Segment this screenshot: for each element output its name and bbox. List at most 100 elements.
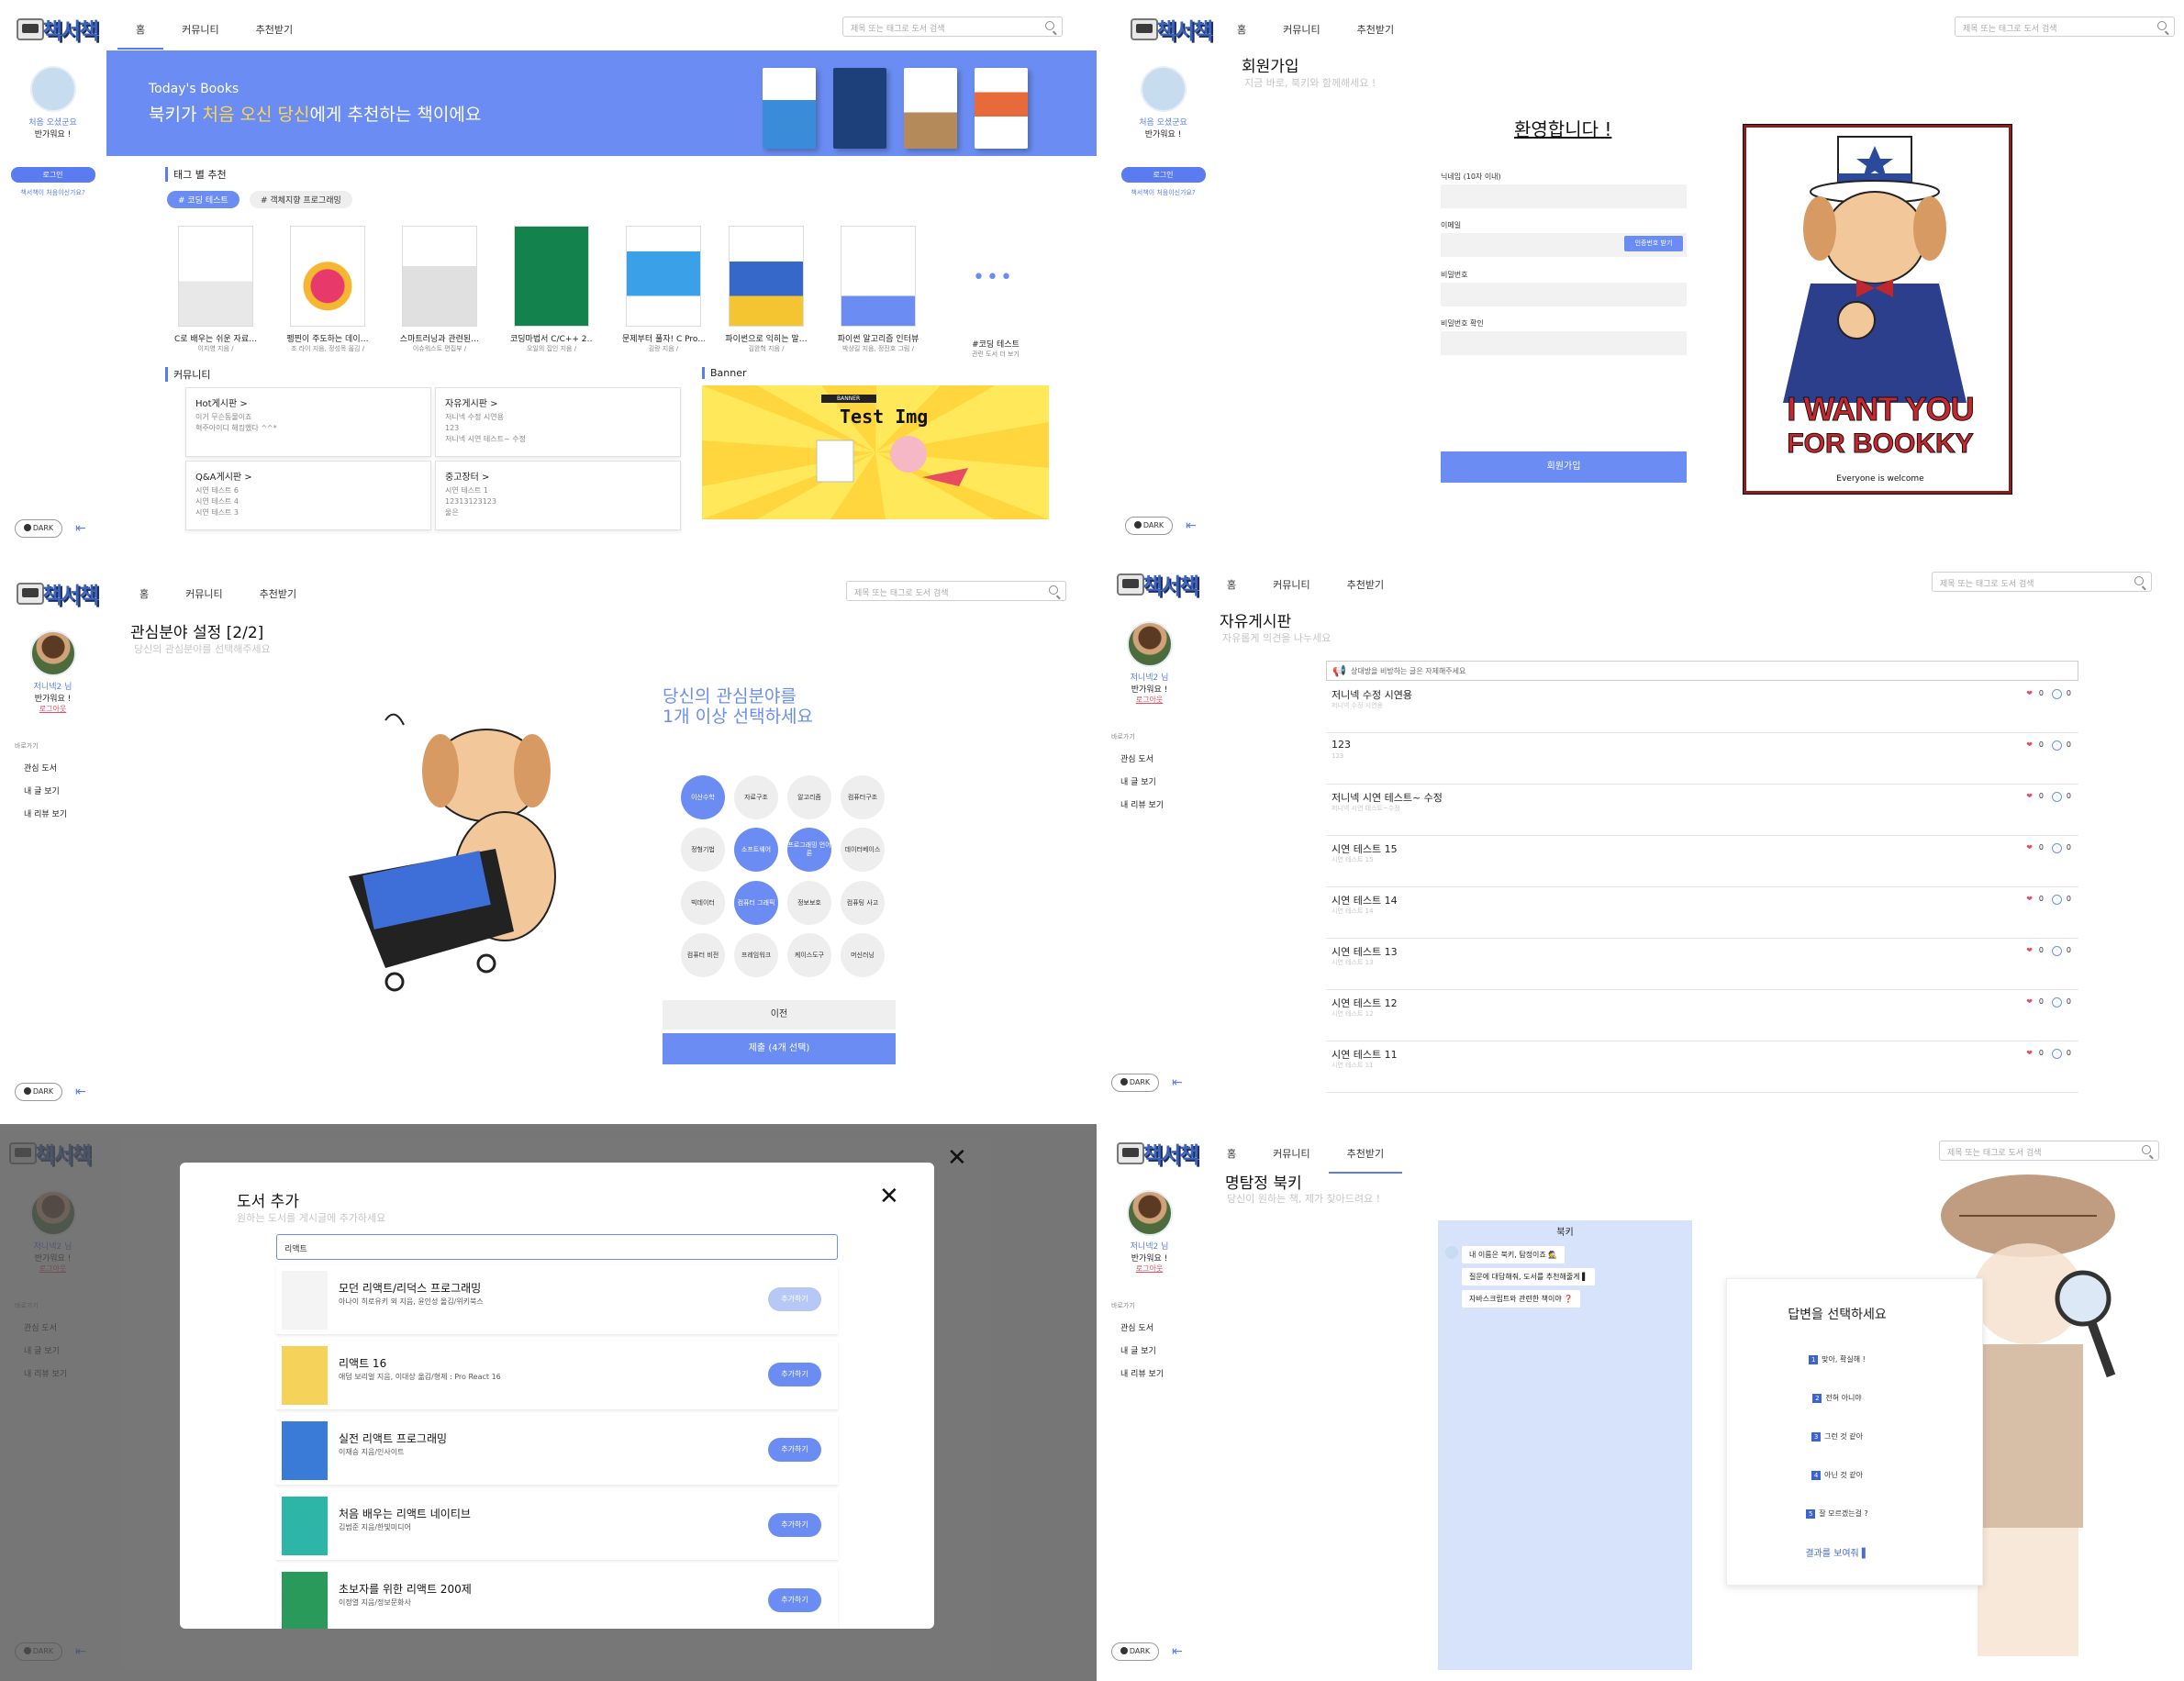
post-title[interactable]: 시연 테스트 13: [1332, 944, 1398, 959]
show-result-link[interactable]: 결과를 보여줘 ▌: [1727, 1545, 1947, 1559]
interest-option[interactable]: 프로그래밍 언어론: [787, 828, 831, 872]
banner-image[interactable]: BANNER Test Img: [702, 385, 1049, 519]
app-logo[interactable]: 책서책: [17, 11, 101, 44]
menu-my-posts[interactable]: 내 글 보기: [0, 785, 106, 796]
tag-chip-coding-test[interactable]: # 코딩 테스트: [167, 191, 240, 208]
nav-home[interactable]: 홈: [117, 18, 164, 50]
interest-option[interactable]: 케이스도구: [787, 933, 831, 977]
interest-option[interactable]: 소프트웨어: [734, 828, 778, 872]
hero-book-3[interactable]: [904, 68, 957, 149]
interest-option[interactable]: 정보보호: [787, 881, 831, 925]
board-card-free[interactable]: 자유게시판 > 저니넥 수정 시연용 123 저니넥 시연 테스트~ 수정: [435, 387, 681, 457]
previous-button[interactable]: 이전: [663, 1000, 896, 1030]
book-card[interactable]: 코딩마법서 C/C++ 2… 오일의 집인 지음 /: [510, 226, 593, 353]
collapse-sidebar-icon[interactable]: ⇤: [1186, 518, 1197, 533]
add-book-button[interactable]: 추가하기: [768, 1363, 821, 1386]
app-logo[interactable]: 책서책: [1117, 1135, 1201, 1168]
nav-home[interactable]: 홈: [121, 583, 167, 612]
logout-link[interactable]: 로그아웃: [1097, 1264, 1202, 1274]
answer-option[interactable]: 3 그런 것 같아: [1727, 1431, 1947, 1442]
book-card[interactable]: 문제부터 풀자! C Pro… 김랑 지음 /: [622, 226, 705, 353]
collapse-sidebar-icon[interactable]: ⇤: [1172, 1644, 1183, 1659]
board-card-market[interactable]: 중고장터 > 시연 테스트 1 12313123123 울은: [435, 461, 681, 530]
post-row[interactable]: 저니넥 시연 테스트~ 수정 저니넥 시연 테스트~수정 ❤ 0 0: [1326, 785, 2078, 836]
tag-chip-oop[interactable]: # 객체지향 프로그래밍: [250, 191, 352, 208]
hero-book-1[interactable]: [763, 68, 816, 149]
interest-option[interactable]: 컴퓨터구조: [841, 775, 885, 819]
menu-interest-books[interactable]: 관심 도서: [1097, 1321, 1202, 1333]
answer-option[interactable]: 1 맞아, 확실해 !: [1727, 1354, 1947, 1364]
book-search-input[interactable]: 리액트: [276, 1234, 838, 1260]
app-logo[interactable]: 책서책: [1131, 11, 1215, 44]
search-input[interactable]: 제목 또는 태그로 도서 검색: [1939, 1141, 2159, 1161]
post-row[interactable]: 저니넥 수정 시연용 저니넥 수정 시연용 ❤ 0 0: [1326, 682, 2078, 733]
answer-option[interactable]: 4 아닌 것 같아: [1727, 1470, 1947, 1480]
add-book-button[interactable]: 추가하기: [768, 1513, 821, 1537]
menu-my-reviews[interactable]: 내 리뷰 보기: [1097, 798, 1202, 810]
collapse-sidebar-icon[interactable]: ⇤: [75, 1085, 86, 1099]
collapse-sidebar-icon[interactable]: ⇤: [1172, 1075, 1183, 1090]
search-input[interactable]: 제목 또는 태그로 도서 검색: [846, 581, 1066, 601]
interest-option[interactable]: 정형기법: [681, 828, 725, 872]
nav-community[interactable]: 커뮤니티: [1265, 18, 1338, 48]
interest-option[interactable]: 이산수학: [681, 775, 725, 819]
post-row[interactable]: 시연 테스트 14 시연 테스트 14 ❤ 0 0: [1326, 887, 2078, 939]
answer-option[interactable]: 5잘 모르겠는걸 ?: [1727, 1508, 1947, 1519]
outer-close-icon[interactable]: ✕: [947, 1144, 967, 1172]
nav-home[interactable]: 홈: [1219, 18, 1265, 48]
more-books-link[interactable]: #코딩 테스트 관련 도서 더 보기: [954, 332, 1037, 359]
dark-mode-toggle[interactable]: DARK: [1111, 1642, 1159, 1661]
add-book-button[interactable]: 추가하기: [768, 1287, 821, 1311]
hero-book-2[interactable]: [833, 68, 886, 149]
post-row[interactable]: 시연 테스트 15 시연 테스트 15 ❤ 0 0: [1326, 836, 2078, 887]
search-input[interactable]: 제목 또는 태그로 도서 검색: [1932, 572, 2152, 592]
hero-book-4[interactable]: [975, 68, 1028, 149]
nav-community[interactable]: 커뮤니티: [1254, 1142, 1328, 1174]
dark-mode-toggle[interactable]: DARK: [1111, 1074, 1159, 1092]
book-card[interactable]: 펭찐이 주도하는 데이… 조 라이 지음, 정성목 옮김 /: [286, 226, 369, 353]
post-title[interactable]: 시연 테스트 15: [1332, 841, 1398, 856]
interest-option[interactable]: 컴퓨팅 사고: [841, 881, 885, 925]
first-visit-link[interactable]: 책서책이 처음이신가요?: [0, 188, 106, 197]
search-icon[interactable]: [2157, 21, 2167, 30]
menu-my-posts[interactable]: 내 글 보기: [1097, 775, 1202, 787]
post-row[interactable]: 시연 테스트 11 시연 테스트 11 ❤ 0 0: [1326, 1041, 2078, 1093]
more-books-icon[interactable]: •••: [973, 266, 1014, 289]
book-card[interactable]: 파이썬으로 익히는 말… 김완혁 지음 /: [725, 226, 808, 353]
search-icon[interactable]: [2142, 1145, 2151, 1154]
post-title[interactable]: 저니넥 시연 테스트~ 수정: [1332, 790, 1443, 805]
search-input[interactable]: 제목 또는 태그로 도서 검색: [842, 17, 1063, 37]
interest-option[interactable]: 컴퓨터 비전: [681, 933, 725, 977]
submit-button[interactable]: 제출 (4개 선택): [663, 1033, 896, 1064]
nav-home[interactable]: 홈: [1209, 1142, 1254, 1174]
nav-community[interactable]: 커뮤니티: [167, 583, 240, 612]
search-icon[interactable]: [2134, 576, 2144, 585]
interest-option[interactable]: 머신러닝: [841, 933, 885, 977]
password-confirm-field[interactable]: [1441, 331, 1687, 355]
nav-community[interactable]: 커뮤니티: [163, 18, 237, 50]
add-book-button[interactable]: 추가하기: [768, 1588, 821, 1612]
dark-mode-toggle[interactable]: DARK: [15, 1083, 62, 1101]
post-row[interactable]: 123 123 ❤ 0 0: [1326, 733, 2078, 785]
nav-community[interactable]: 커뮤니티: [1254, 573, 1328, 603]
nav-home[interactable]: 홈: [1209, 573, 1254, 603]
search-icon[interactable]: [1049, 585, 1058, 595]
answer-option[interactable]: 2 전혀 아니야: [1727, 1393, 1947, 1403]
nav-recommend[interactable]: 추천받기: [1329, 573, 1402, 603]
dark-mode-toggle[interactable]: DARK: [1125, 517, 1173, 535]
interest-option[interactable]: 컴퓨터 그래픽: [734, 881, 778, 925]
menu-my-reviews[interactable]: 내 리뷰 보기: [0, 807, 106, 819]
nav-recommend[interactable]: 추천받기: [238, 18, 311, 50]
search-input[interactable]: 제목 또는 태그로 도서 검색: [1955, 17, 2175, 37]
post-title[interactable]: 저니넥 수정 시연용: [1332, 687, 1412, 702]
password-field[interactable]: [1441, 283, 1687, 306]
post-row[interactable]: 시연 테스트 12 시연 테스트 12 ❤ 0 0: [1326, 990, 2078, 1041]
send-code-button[interactable]: 인증번호 받기: [1624, 236, 1683, 251]
interest-option[interactable]: 빅데이터: [681, 881, 725, 925]
nav-recommend[interactable]: 추천받기: [1328, 1142, 1403, 1174]
post-title[interactable]: 시연 테스트 12: [1332, 996, 1398, 1010]
login-button[interactable]: 로그인: [10, 167, 95, 183]
interest-option[interactable]: 데이터베이스: [841, 828, 885, 872]
board-card-qna[interactable]: Q&A게시판 > 시연 테스트 6 시연 테스트 4 시연 테스트 3: [185, 461, 431, 530]
logout-link[interactable]: 로그아웃: [1097, 695, 1202, 705]
